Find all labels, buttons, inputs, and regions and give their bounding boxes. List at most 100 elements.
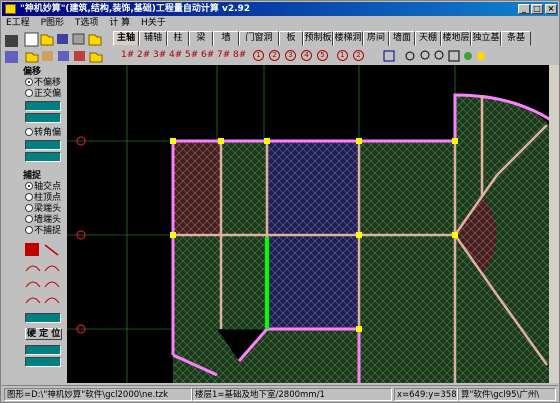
edit-icon[interactable] bbox=[42, 51, 53, 61]
delete-icon[interactable] bbox=[74, 51, 85, 61]
offset-option-orthogonal[interactable]: 正交偏 bbox=[25, 89, 61, 99]
position-y-field[interactable] bbox=[25, 357, 61, 367]
vertical-scrollbar[interactable] bbox=[549, 65, 559, 383]
status-bar: 图形=D:\"神机妙算"软件\gcl2000\ne.tzk 楼层1=基础及地下室… bbox=[2, 385, 558, 402]
arc-tool-icon[interactable] bbox=[44, 265, 60, 272]
tool-icon[interactable] bbox=[5, 51, 18, 63]
status-floor: 楼层1=基础及地下室/2800mm/1 bbox=[192, 388, 392, 401]
circle-button-4[interactable]: 4 bbox=[301, 50, 312, 61]
zoom-out-icon[interactable] bbox=[434, 50, 444, 60]
tab-slab[interactable]: 板 bbox=[279, 31, 303, 46]
tool-icon[interactable] bbox=[5, 35, 18, 47]
menu-graphics[interactable]: P图形 bbox=[37, 16, 68, 30]
menu-project[interactable]: E工程 bbox=[2, 16, 34, 30]
floor-button-8[interactable]: 8# bbox=[233, 49, 246, 62]
radio-icon bbox=[25, 89, 33, 97]
rotate-angle-field[interactable] bbox=[25, 140, 61, 150]
floor-button-7[interactable]: 7# bbox=[217, 49, 230, 62]
tab-beam[interactable]: 梁 bbox=[189, 31, 213, 46]
tab-stair-hole[interactable]: 楼梯洞 bbox=[333, 31, 363, 46]
open-folder-icon[interactable] bbox=[40, 34, 54, 46]
status-company: 算"软件\gcl95\广州\ bbox=[458, 388, 556, 401]
tab-isolated-footing[interactable]: 独立基 bbox=[471, 31, 501, 46]
radio-icon bbox=[25, 226, 33, 234]
circle-button-3[interactable]: 3 bbox=[285, 50, 296, 61]
line-tool-icon[interactable] bbox=[44, 244, 59, 256]
maximize-button[interactable]: □ bbox=[531, 4, 543, 14]
tab-door-window[interactable]: 门窗洞 bbox=[239, 31, 279, 46]
minimize-button[interactable]: _ bbox=[518, 4, 530, 14]
floor-button-2[interactable]: 2# bbox=[137, 49, 150, 62]
offset-option-rotate[interactable]: 转角偏 bbox=[25, 128, 61, 138]
tab-precast-slab[interactable]: 预制板 bbox=[303, 31, 333, 46]
draw-param-field[interactable] bbox=[25, 313, 61, 323]
tab-aux-axis[interactable]: 辅轴 bbox=[139, 31, 167, 46]
component-tabs: 主轴 辅轴 柱 梁 墙 门窗洞 板 预制板 楼梯洞 房间 墙面 天棚 楼地层 独… bbox=[113, 31, 559, 46]
snap-column-vertex[interactable]: 柱顶点 bbox=[25, 193, 61, 203]
app-icon bbox=[5, 4, 16, 14]
floor-button-3[interactable]: 3# bbox=[153, 49, 166, 62]
folder-icon[interactable] bbox=[25, 52, 39, 63]
left-strip bbox=[2, 31, 22, 383]
arc-tool-icon[interactable] bbox=[25, 265, 41, 272]
grid-icon[interactable] bbox=[383, 50, 395, 62]
refresh-icon[interactable] bbox=[464, 52, 472, 60]
snap-none[interactable]: 不捕捉 bbox=[25, 226, 61, 236]
fix-position-button[interactable]: 硬 定 位 bbox=[25, 328, 63, 340]
circle-button-1[interactable]: 1 bbox=[253, 50, 264, 61]
floor-button-6[interactable]: 6# bbox=[201, 49, 214, 62]
tab-strip-footing[interactable]: 条基 bbox=[501, 31, 531, 46]
draw-tool-icon[interactable] bbox=[25, 243, 39, 256]
arc-tool-icon[interactable] bbox=[44, 297, 60, 304]
tab-room[interactable]: 房间 bbox=[363, 31, 389, 46]
offset-y-field[interactable] bbox=[25, 113, 61, 123]
save-icon[interactable] bbox=[57, 34, 68, 44]
folder-icon[interactable] bbox=[88, 34, 102, 46]
tab-wall[interactable]: 墙 bbox=[213, 31, 239, 46]
menu-calculate[interactable]: 计 算 bbox=[105, 16, 134, 30]
floor-plan[interactable] bbox=[67, 65, 558, 383]
floor-button-1[interactable]: 1# bbox=[121, 49, 134, 62]
close-button[interactable]: × bbox=[545, 4, 557, 14]
window-title: "神机妙算"(建筑,结构,装饰,基础)工程量自动计算 v2.92 bbox=[20, 4, 251, 14]
toolbar-second bbox=[23, 48, 111, 64]
left-strip-icons bbox=[5, 35, 18, 63]
draw-tools bbox=[25, 243, 60, 304]
arc-tool-icon[interactable] bbox=[25, 297, 41, 304]
position-x-field[interactable] bbox=[25, 345, 61, 355]
menu-about[interactable]: H关于 bbox=[137, 16, 170, 30]
menu-bar: E工程 P图形 T选项 计 算 H关于 bbox=[2, 16, 558, 30]
tab-wall-face[interactable]: 墙面 bbox=[389, 31, 415, 46]
zoom-window-icon[interactable] bbox=[448, 50, 460, 62]
new-file-icon[interactable] bbox=[24, 32, 39, 47]
folder-icon[interactable] bbox=[89, 52, 103, 63]
zoom-in-icon[interactable] bbox=[420, 50, 430, 60]
offset-x-field[interactable] bbox=[25, 101, 61, 111]
tab-main-axis[interactable]: 主轴 bbox=[113, 31, 139, 46]
arc-tool-icon[interactable] bbox=[25, 281, 41, 288]
drawing-canvas[interactable] bbox=[67, 65, 558, 383]
radio-icon bbox=[25, 215, 33, 223]
menu-options[interactable]: T选项 bbox=[71, 16, 103, 30]
settings-icon[interactable] bbox=[477, 52, 485, 60]
floor-button-4[interactable]: 4# bbox=[169, 49, 182, 62]
print-icon[interactable] bbox=[72, 33, 85, 45]
circle-button-a[interactable]: 1 bbox=[337, 50, 348, 61]
radio-icon bbox=[25, 128, 33, 136]
snap-beam-end[interactable]: 梁端头 bbox=[25, 204, 61, 214]
snap-group-label: 捕捉 bbox=[23, 171, 42, 181]
pan-icon[interactable] bbox=[405, 51, 415, 61]
circle-button-5[interactable]: 5 bbox=[317, 50, 328, 61]
offset-option-none[interactable]: 不偏移 bbox=[25, 78, 61, 88]
circle-button-2[interactable]: 2 bbox=[269, 50, 280, 61]
arc-tool-icon[interactable] bbox=[44, 281, 60, 288]
tab-floor-layer[interactable]: 楼地层 bbox=[441, 31, 471, 46]
rotate-extra-field[interactable] bbox=[25, 152, 61, 162]
circle-button-b[interactable]: 2 bbox=[353, 50, 364, 61]
floor-button-5[interactable]: 5# bbox=[185, 49, 198, 62]
layers-icon[interactable] bbox=[58, 51, 69, 61]
snap-wall-end[interactable]: 墙端头 bbox=[25, 215, 61, 225]
tab-column[interactable]: 柱 bbox=[167, 31, 189, 46]
tab-ceiling[interactable]: 天棚 bbox=[415, 31, 441, 46]
snap-axis-intersection[interactable]: 轴交点 bbox=[25, 182, 61, 192]
